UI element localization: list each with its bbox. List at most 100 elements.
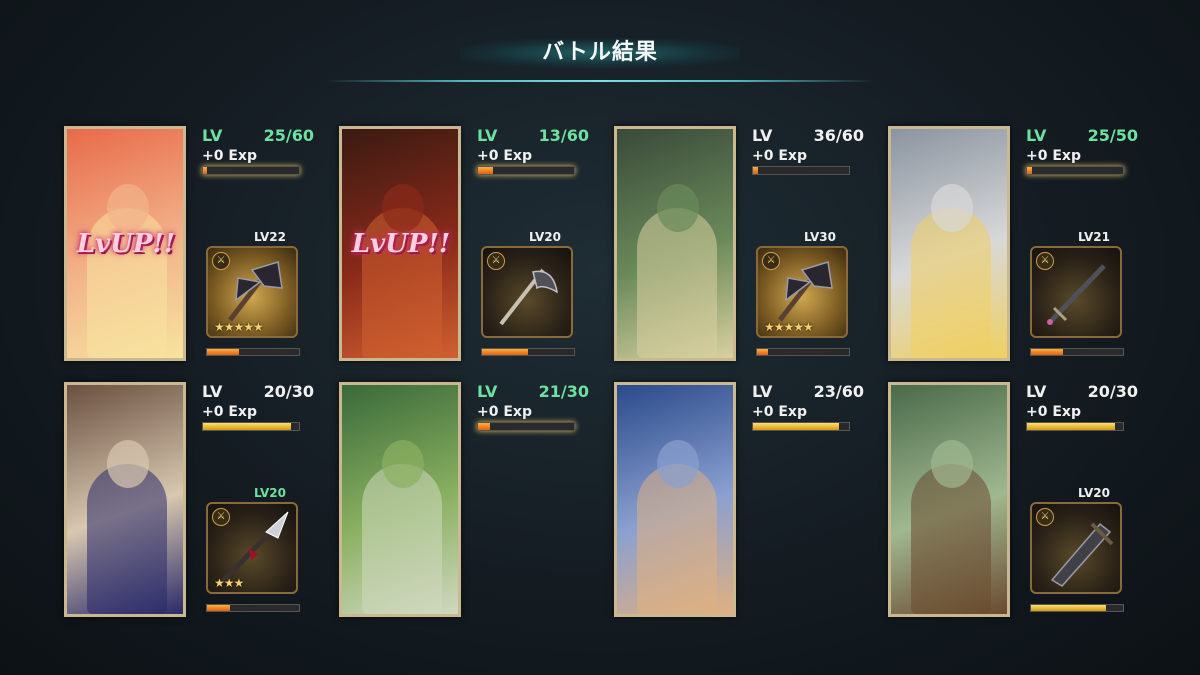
level-row: LV 20/30 — [1026, 382, 1138, 401]
level-row: LV 23/60 — [752, 382, 864, 401]
character-head — [382, 440, 424, 488]
character-head — [657, 184, 699, 232]
weapon-slot[interactable]: ⚔ — [481, 246, 573, 338]
level-label: LV — [1026, 126, 1047, 145]
exp-bar — [202, 166, 300, 175]
level-value: 21/30 — [538, 382, 589, 401]
unit-portrait[interactable] — [888, 382, 1010, 617]
exp-bar — [752, 422, 850, 431]
weapon-exp-bar — [206, 348, 300, 356]
exp-bar-fill — [478, 423, 490, 430]
exp-gained: +0 Exp — [1026, 404, 1081, 420]
unit-portrait[interactable] — [64, 382, 186, 617]
weapon-slot[interactable]: ⚔ ★★★ — [206, 502, 298, 594]
level-up-label: LvUP!! — [351, 229, 451, 259]
weapon-type-icon: ⚔ — [212, 508, 230, 526]
weapon-exp-bar-fill — [482, 349, 528, 355]
level-label: LV — [752, 126, 773, 145]
unit-card[interactable]: LvUP!! LV 13/60 +0 Exp LV20 ⚔ — [339, 126, 589, 366]
character-head — [107, 184, 149, 232]
unit-stats: LV 21/30 +0 Exp — [477, 382, 589, 431]
weapon-rarity-stars: ★★★★★ — [214, 320, 264, 334]
weapon-type-icon: ⚔ — [1036, 252, 1054, 270]
title-divider — [325, 80, 875, 82]
exp-bar — [477, 166, 575, 175]
exp-bar — [1026, 166, 1124, 175]
character-head — [107, 440, 149, 488]
weapon-slot[interactable]: ⚔ — [1030, 502, 1122, 594]
exp-gained: +0 Exp — [752, 404, 807, 420]
level-row: LV 21/30 — [477, 382, 589, 401]
exp-gained: +0 Exp — [477, 148, 532, 164]
unit-card[interactable]: LV 23/60 +0 Exp — [614, 382, 864, 622]
unit-portrait[interactable]: LvUP!! — [64, 126, 186, 361]
unit-stats: LV 25/60 +0 Exp — [202, 126, 314, 175]
unit-portrait[interactable] — [339, 382, 461, 617]
weapon-type-icon: ⚔ — [487, 252, 505, 270]
unit-card[interactable]: LV 25/50 +0 Exp LV21 ⚔ — [888, 126, 1138, 366]
exp-bar — [202, 422, 300, 431]
exp-gained: +0 Exp — [477, 404, 532, 420]
exp-bar — [752, 166, 850, 175]
unit-stats: LV 23/60 +0 Exp — [752, 382, 864, 431]
unit-stats: LV 13/60 +0 Exp — [477, 126, 589, 175]
exp-gained: +0 Exp — [202, 404, 257, 420]
unit-portrait[interactable] — [614, 126, 736, 361]
screen-title: バトル結果 — [460, 38, 740, 68]
unit-portrait[interactable]: LvUP!! — [339, 126, 461, 361]
exp-bar-fill — [753, 167, 758, 174]
level-label: LV — [752, 382, 773, 401]
weapon-exp-bar-fill — [1031, 349, 1064, 355]
level-row: LV 25/50 — [1026, 126, 1138, 145]
weapon-exp-bar-fill — [757, 349, 769, 355]
weapon-slot[interactable]: ⚔ ★★★★★ — [756, 246, 848, 338]
unit-card[interactable]: LvUP!! LV 25/60 +0 Exp LV22 ⚔ ★★★★★ — [64, 126, 314, 366]
level-label: LV — [202, 126, 223, 145]
weapon-level: LV22 — [254, 230, 286, 244]
unit-stats: LV 20/30 +0 Exp — [1026, 382, 1138, 431]
level-value: 20/30 — [1087, 382, 1138, 401]
exp-bar-fill — [203, 423, 292, 430]
unit-card[interactable]: LV 20/30 +0 Exp LV20 ⚔ ★★★ — [64, 382, 314, 622]
level-value: 36/60 — [813, 126, 864, 145]
weapon-type-icon: ⚔ — [212, 252, 230, 270]
unit-card[interactable]: LV 20/30 +0 Exp LV20 ⚔ — [888, 382, 1138, 622]
weapon-exp-bar — [756, 348, 850, 356]
exp-bar-fill — [753, 423, 840, 430]
unit-portrait[interactable] — [888, 126, 1010, 361]
character-head — [931, 440, 973, 488]
exp-bar-fill — [1027, 423, 1116, 430]
weapon-exp-bar — [481, 348, 575, 356]
level-label: LV — [1026, 382, 1047, 401]
weapon-slot[interactable]: ⚔ ★★★★★ — [206, 246, 298, 338]
level-label: LV — [477, 382, 498, 401]
level-value: 13/60 — [538, 126, 589, 145]
level-label: LV — [202, 382, 223, 401]
weapon-level: LV20 — [254, 486, 286, 500]
unit-portrait[interactable] — [614, 382, 736, 617]
weapon-level: LV20 — [529, 230, 561, 244]
level-row: LV 20/30 — [202, 382, 314, 401]
weapon-type-icon: ⚔ — [762, 252, 780, 270]
weapon-level: LV20 — [1078, 486, 1110, 500]
level-row: LV 13/60 — [477, 126, 589, 145]
unit-card[interactable]: LV 21/30 +0 Exp — [339, 382, 589, 622]
weapon-rarity-stars: ★★★★★ — [764, 320, 814, 334]
weapon-slot[interactable]: ⚔ — [1030, 246, 1122, 338]
weapon-type-icon: ⚔ — [1036, 508, 1054, 526]
weapon-exp-bar — [206, 604, 300, 612]
exp-gained: +0 Exp — [202, 148, 257, 164]
exp-gained: +0 Exp — [752, 148, 807, 164]
level-value: 25/60 — [263, 126, 314, 145]
unit-stats: LV 36/60 +0 Exp — [752, 126, 864, 175]
weapon-exp-bar-fill — [207, 349, 240, 355]
weapon-rarity-stars: ★★★ — [214, 576, 244, 590]
character-head — [382, 184, 424, 232]
weapon-exp-bar-fill — [207, 605, 230, 611]
weapon-exp-bar-fill — [1031, 605, 1107, 611]
weapon-exp-bar — [1030, 348, 1124, 356]
exp-bar — [477, 422, 575, 431]
unit-card[interactable]: LV 36/60 +0 Exp LV30 ⚔ ★★★★★ — [614, 126, 864, 366]
level-value: 25/50 — [1087, 126, 1138, 145]
exp-bar-fill — [203, 167, 207, 174]
